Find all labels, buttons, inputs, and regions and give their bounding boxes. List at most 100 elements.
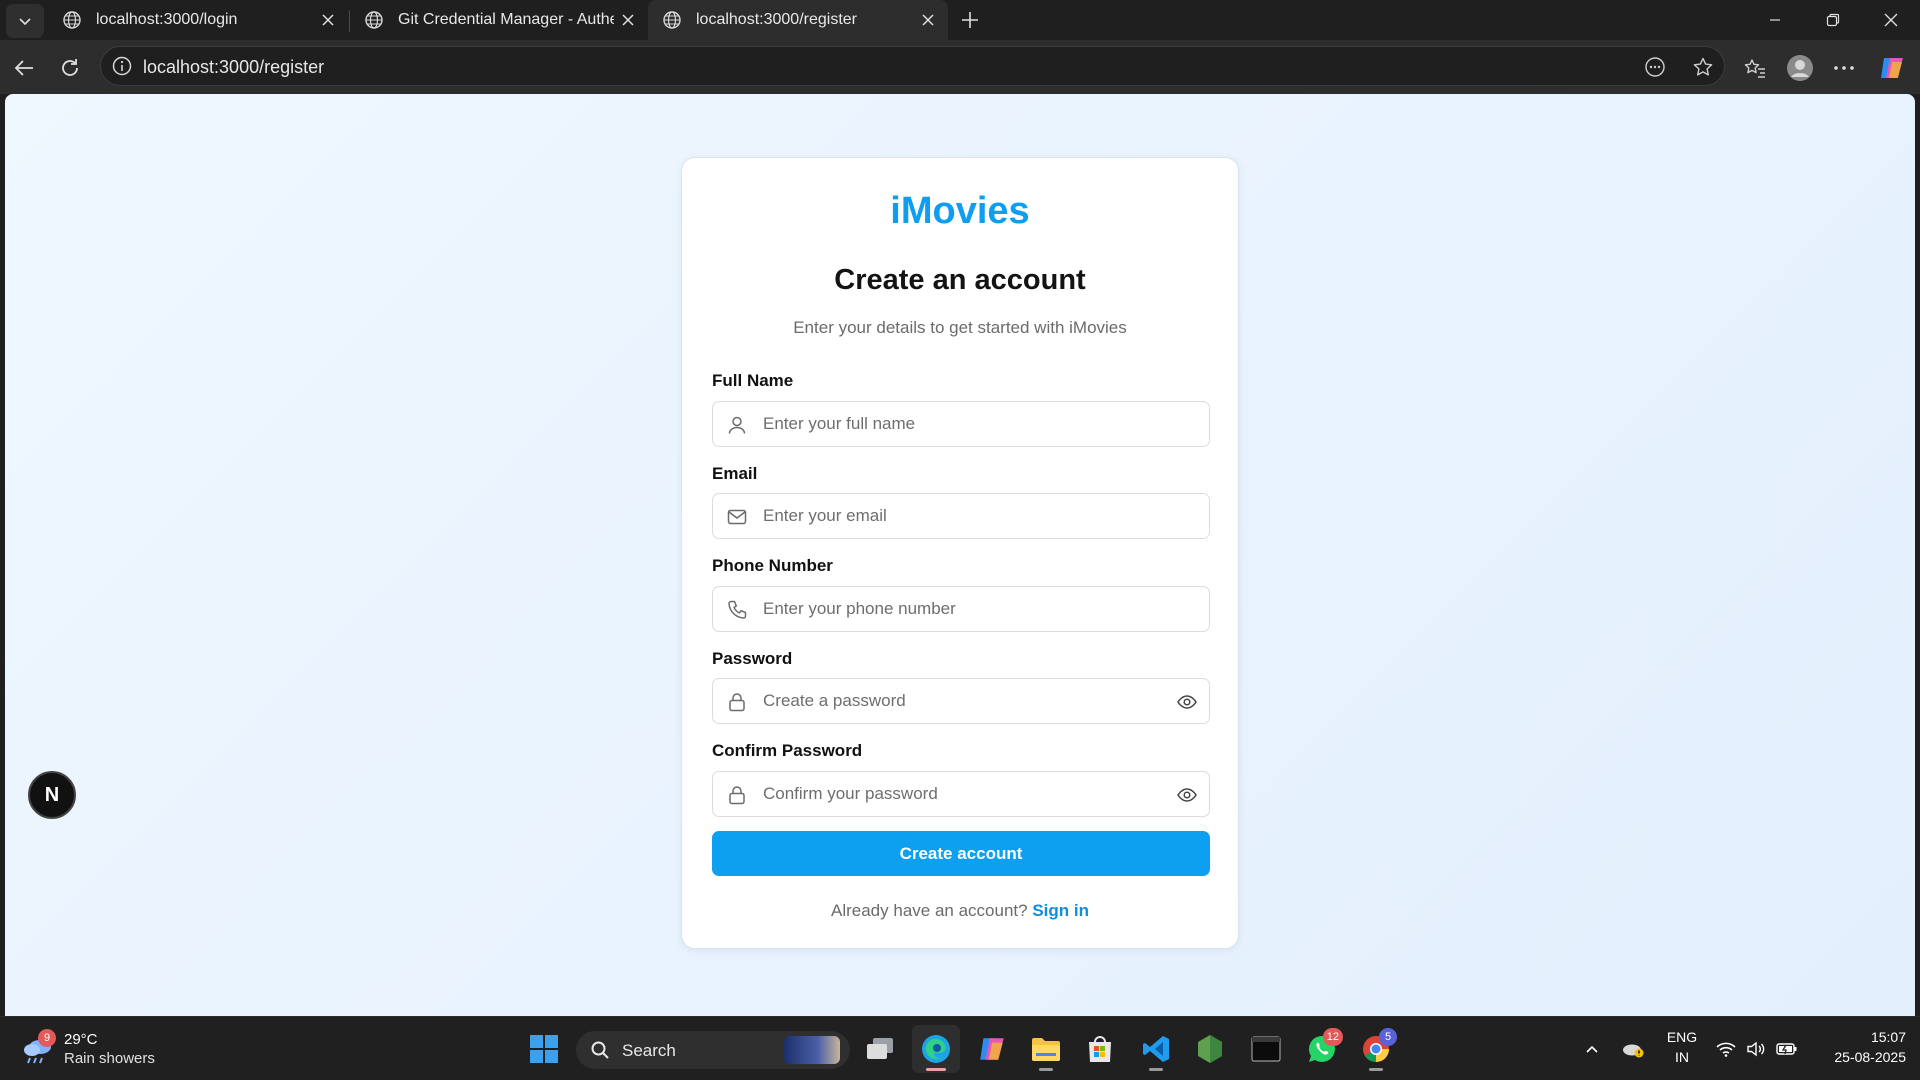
show-hidden-icons-button[interactable] (1578, 1017, 1606, 1080)
phone-field[interactable] (712, 586, 1210, 632)
restore-button[interactable] (1804, 0, 1862, 40)
taskbar-edge[interactable] (912, 1025, 960, 1073)
phone-icon (728, 600, 747, 619)
weather-widget[interactable]: 9 29°C Rain showers (20, 1029, 160, 1069)
favorite-button[interactable] (1687, 51, 1719, 83)
tab-actions-menu-button[interactable] (6, 4, 44, 38)
chevron-down-icon (19, 18, 31, 26)
taskbar-whatsapp[interactable]: 12 (1298, 1025, 1346, 1073)
cloud-warning-icon (1623, 1044, 1644, 1058)
address-bar[interactable]: localhost:3000/register (100, 46, 1725, 86)
profile-button[interactable] (1782, 50, 1818, 86)
taskbar-file-explorer[interactable] (1022, 1025, 1070, 1073)
back-button[interactable] (6, 50, 42, 86)
eye-icon (1177, 788, 1197, 802)
restore-icon (1826, 13, 1840, 27)
refresh-button[interactable] (52, 50, 88, 86)
minimize-button[interactable] (1746, 0, 1804, 40)
region-code: IN (1675, 1049, 1689, 1065)
weather-condition: Rain showers (64, 1050, 155, 1067)
tab-title: localhost:3000/register (696, 11, 857, 28)
page-viewport: iMovies Create an account Enter your det… (5, 94, 1915, 1016)
sign-in-link[interactable]: Sign in (1032, 901, 1089, 920)
full-name-field[interactable] (712, 401, 1210, 447)
brand-logo: iMovies (890, 190, 1030, 232)
tab-login[interactable]: localhost:3000/login (48, 0, 348, 40)
taskbar-chrome[interactable]: 5 (1352, 1025, 1400, 1073)
eye-icon (1177, 695, 1197, 709)
settings-more-button[interactable] (1826, 50, 1862, 86)
full-name-input[interactable] (763, 402, 1163, 446)
toggle-password-visibility-button[interactable] (1175, 690, 1199, 714)
tab-git-credential-manager[interactable]: Git Credential Manager - Authent (350, 0, 648, 40)
system-clock[interactable]: 15:07 25-08-2025 (1808, 1027, 1906, 1067)
battery-status[interactable] (1772, 1017, 1802, 1080)
confirm-password-input[interactable] (763, 772, 1163, 816)
close-tab-button[interactable] (914, 6, 942, 34)
wifi-icon (1716, 1042, 1736, 1057)
close-icon (1884, 13, 1898, 27)
address-url[interactable]: localhost:3000/register (143, 57, 324, 78)
email-label: Email (712, 464, 758, 483)
battery-charging-icon (1776, 1043, 1797, 1055)
favorites-button[interactable] (1737, 50, 1773, 86)
clock-date: 25-08-2025 (1834, 1049, 1906, 1065)
taskbar-copilot[interactable] (968, 1025, 1016, 1073)
minimize-icon (1770, 19, 1780, 21)
toggle-confirm-password-visibility-button[interactable] (1175, 783, 1199, 807)
taskbar-nodejs[interactable] (1186, 1025, 1234, 1073)
lock-icon (729, 693, 745, 712)
folder-icon (1032, 1038, 1060, 1061)
wifi-status[interactable] (1712, 1017, 1740, 1080)
plus-icon (962, 12, 978, 28)
confirm-password-field[interactable] (712, 771, 1210, 817)
task-view-button[interactable] (856, 1025, 904, 1073)
copilot-icon (980, 1038, 1004, 1060)
password-input[interactable] (763, 679, 1163, 723)
taskbar-microsoft-store[interactable] (1076, 1025, 1124, 1073)
globe-icon (63, 11, 81, 29)
more-horizontal-icon (1834, 66, 1854, 70)
volume-status[interactable] (1742, 1017, 1770, 1080)
email-input[interactable] (763, 494, 1163, 538)
user-icon (728, 416, 746, 434)
page-subtitle: Enter your details to get started with i… (793, 318, 1127, 337)
avatar-icon (1787, 55, 1813, 81)
globe-icon (663, 11, 681, 29)
windows-taskbar: 9 29°C Rain showers Search 12 5 ENG IN 1… (0, 1016, 1920, 1080)
tab-title: Git Credential Manager - Authent (398, 11, 614, 28)
taskbar-search[interactable]: Search (576, 1031, 850, 1069)
taskbar-vscode[interactable] (1132, 1025, 1180, 1073)
search-label: Search (622, 1041, 676, 1060)
new-tab-button[interactable] (954, 4, 986, 36)
nextjs-dev-indicator[interactable]: N (28, 771, 76, 819)
phone-input[interactable] (763, 587, 1163, 631)
tab-register[interactable]: localhost:3000/register (648, 0, 948, 40)
task-view-icon (867, 1038, 893, 1059)
clock-time: 15:07 (1870, 1029, 1906, 1045)
close-tab-button[interactable] (614, 6, 642, 34)
weather-badge: 9 (38, 1029, 56, 1047)
password-field[interactable] (712, 678, 1210, 724)
close-icon (322, 14, 334, 26)
phone-label: Phone Number (712, 556, 833, 575)
create-account-button[interactable]: Create account (712, 831, 1210, 876)
read-aloud-button[interactable] (1639, 51, 1671, 83)
info-icon[interactable] (111, 55, 133, 77)
onedrive-status[interactable] (1618, 1017, 1648, 1080)
terminal-icon (1251, 1036, 1281, 1062)
close-window-button[interactable] (1862, 0, 1920, 40)
input-language[interactable]: ENG IN (1664, 1027, 1700, 1067)
close-tab-button[interactable] (314, 6, 342, 34)
page-title: Create an account (834, 264, 1086, 296)
taskbar-terminal[interactable] (1242, 1025, 1290, 1073)
full-name-label: Full Name (712, 371, 794, 390)
chevron-up-icon (1586, 1045, 1598, 1053)
chrome-profile-badge: 5 (1379, 1028, 1397, 1046)
browser-toolbar: localhost:3000/register (0, 40, 1920, 94)
email-field[interactable] (712, 493, 1210, 539)
running-indicator (1369, 1068, 1383, 1071)
start-button[interactable] (520, 1025, 568, 1073)
whatsapp-unread-badge: 12 (1322, 1028, 1343, 1046)
copilot-button[interactable] (1874, 50, 1910, 86)
